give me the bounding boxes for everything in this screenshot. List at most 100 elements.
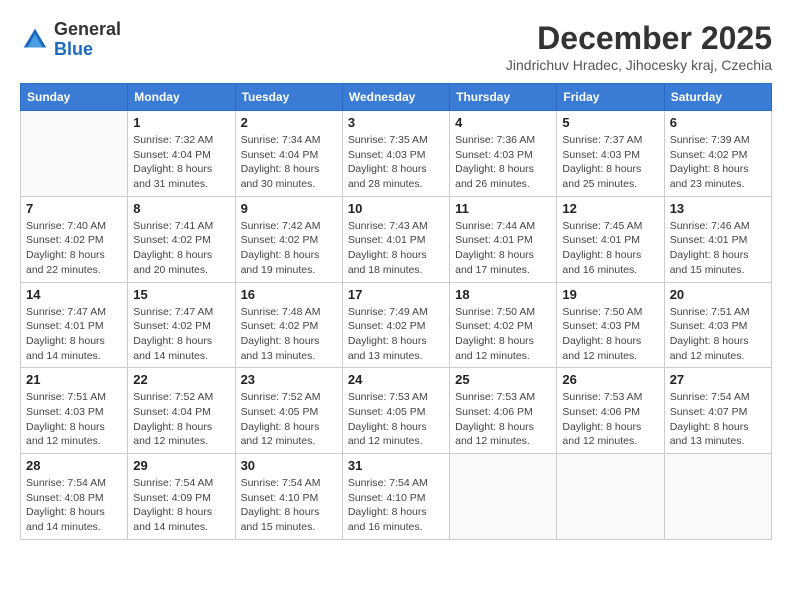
day-number: 15 [133, 287, 229, 302]
weekday-header: Thursday [450, 84, 557, 111]
day-info: Sunrise: 7:41 AM Sunset: 4:02 PM Dayligh… [133, 219, 229, 278]
weekday-header: Wednesday [342, 84, 449, 111]
day-info: Sunrise: 7:47 AM Sunset: 4:02 PM Dayligh… [133, 305, 229, 364]
day-info: Sunrise: 7:45 AM Sunset: 4:01 PM Dayligh… [562, 219, 658, 278]
calendar-cell: 12Sunrise: 7:45 AM Sunset: 4:01 PM Dayli… [557, 196, 664, 282]
calendar-week-row: 21 Sunrise: 7:51 AM Sunset: 4:03 PM Dayli… [21, 368, 772, 454]
page-header: General Blue December 2025 Jindrichuv Hr… [20, 20, 772, 73]
logo-text: General Blue [54, 20, 121, 60]
calendar-cell: 24 Sunrise: 7:53 AM Sunset: 4:05 PM Dayli… [342, 368, 449, 454]
calendar-week-row: 14Sunrise: 7:47 AM Sunset: 4:01 PM Dayli… [21, 282, 772, 368]
calendar-cell: 18 Sunrise: 7:50 AM Sunset: 4:02 PM Dayli… [450, 282, 557, 368]
weekday-header: Monday [128, 84, 235, 111]
day-number: 16 [241, 287, 337, 302]
day-number: 8 [133, 201, 229, 216]
calendar-cell: 22 Sunrise: 7:52 AM Sunset: 4:04 PM Dayli… [128, 368, 235, 454]
day-info: Sunrise: 7:42 AM Sunset: 4:02 PM Dayligh… [241, 219, 337, 278]
day-info: Sunrise: 7:36 AM Sunset: 4:03 PM Dayligh… [455, 133, 551, 192]
calendar-cell: 19 Sunrise: 7:50 AM Sunset: 4:03 PM Dayli… [557, 282, 664, 368]
logo-general: General [54, 20, 121, 40]
day-number: 20 [670, 287, 766, 302]
day-number: 27 [670, 372, 766, 387]
day-info: Sunrise: 7:43 AM Sunset: 4:01 PM Dayligh… [348, 219, 444, 278]
calendar-cell: 10 Sunrise: 7:43 AM Sunset: 4:01 PM Dayli… [342, 196, 449, 282]
calendar-cell: 7 Sunrise: 7:40 AM Sunset: 4:02 PM Daylig… [21, 196, 128, 282]
day-info: Sunrise: 7:53 AM Sunset: 4:06 PM Dayligh… [455, 390, 551, 449]
month-title: December 2025 [506, 20, 772, 57]
weekday-header: Saturday [664, 84, 771, 111]
calendar-cell [21, 111, 128, 197]
day-number: 21 [26, 372, 122, 387]
day-info: Sunrise: 7:51 AM Sunset: 4:03 PM Dayligh… [26, 390, 122, 449]
weekday-header-row: SundayMondayTuesdayWednesdayThursdayFrid… [21, 84, 772, 111]
logo-blue: Blue [54, 40, 121, 60]
calendar-cell: 21 Sunrise: 7:51 AM Sunset: 4:03 PM Dayli… [21, 368, 128, 454]
calendar-cell: 17 Sunrise: 7:49 AM Sunset: 4:02 PM Dayli… [342, 282, 449, 368]
calendar-cell: 29 Sunrise: 7:54 AM Sunset: 4:09 PM Dayli… [128, 454, 235, 540]
calendar-cell: 25 Sunrise: 7:53 AM Sunset: 4:06 PM Dayli… [450, 368, 557, 454]
day-info: Sunrise: 7:50 AM Sunset: 4:03 PM Dayligh… [562, 305, 658, 364]
day-info: Sunrise: 7:52 AM Sunset: 4:05 PM Dayligh… [241, 390, 337, 449]
day-info: Sunrise: 7:40 AM Sunset: 4:02 PM Dayligh… [26, 219, 122, 278]
day-number: 31 [348, 458, 444, 473]
calendar-cell: 8 Sunrise: 7:41 AM Sunset: 4:02 PM Daylig… [128, 196, 235, 282]
calendar-cell: 20 Sunrise: 7:51 AM Sunset: 4:03 PM Dayli… [664, 282, 771, 368]
calendar-cell: 26Sunrise: 7:53 AM Sunset: 4:06 PM Dayli… [557, 368, 664, 454]
calendar-cell: 27 Sunrise: 7:54 AM Sunset: 4:07 PM Dayli… [664, 368, 771, 454]
day-number: 18 [455, 287, 551, 302]
day-info: Sunrise: 7:48 AM Sunset: 4:02 PM Dayligh… [241, 305, 337, 364]
day-number: 2 [241, 115, 337, 130]
day-info: Sunrise: 7:54 AM Sunset: 4:07 PM Dayligh… [670, 390, 766, 449]
calendar-cell: 31 Sunrise: 7:54 AM Sunset: 4:10 PM Dayli… [342, 454, 449, 540]
title-block: December 2025 Jindrichuv Hradec, Jihoces… [506, 20, 772, 73]
calendar-cell: 23Sunrise: 7:52 AM Sunset: 4:05 PM Dayli… [235, 368, 342, 454]
day-number: 26 [562, 372, 658, 387]
calendar-cell: 5Sunrise: 7:37 AM Sunset: 4:03 PM Daylig… [557, 111, 664, 197]
calendar-week-row: 28Sunrise: 7:54 AM Sunset: 4:08 PM Dayli… [21, 454, 772, 540]
calendar-cell: 4 Sunrise: 7:36 AM Sunset: 4:03 PM Daylig… [450, 111, 557, 197]
day-number: 25 [455, 372, 551, 387]
logo-icon [20, 25, 50, 55]
day-info: Sunrise: 7:32 AM Sunset: 4:04 PM Dayligh… [133, 133, 229, 192]
day-info: Sunrise: 7:52 AM Sunset: 4:04 PM Dayligh… [133, 390, 229, 449]
location: Jindrichuv Hradec, Jihocesky kraj, Czech… [506, 57, 772, 73]
day-number: 17 [348, 287, 444, 302]
day-number: 13 [670, 201, 766, 216]
day-number: 29 [133, 458, 229, 473]
day-number: 5 [562, 115, 658, 130]
day-info: Sunrise: 7:53 AM Sunset: 4:05 PM Dayligh… [348, 390, 444, 449]
weekday-header: Friday [557, 84, 664, 111]
day-number: 3 [348, 115, 444, 130]
calendar-cell: 9 Sunrise: 7:42 AM Sunset: 4:02 PM Daylig… [235, 196, 342, 282]
calendar-cell [557, 454, 664, 540]
day-number: 10 [348, 201, 444, 216]
day-info: Sunrise: 7:54 AM Sunset: 4:09 PM Dayligh… [133, 476, 229, 535]
calendar-cell: 1Sunrise: 7:32 AM Sunset: 4:04 PM Daylig… [128, 111, 235, 197]
calendar-cell: 3 Sunrise: 7:35 AM Sunset: 4:03 PM Daylig… [342, 111, 449, 197]
weekday-header: Sunday [21, 84, 128, 111]
day-number: 11 [455, 201, 551, 216]
calendar-cell [450, 454, 557, 540]
day-number: 7 [26, 201, 122, 216]
day-info: Sunrise: 7:54 AM Sunset: 4:10 PM Dayligh… [348, 476, 444, 535]
day-info: Sunrise: 7:46 AM Sunset: 4:01 PM Dayligh… [670, 219, 766, 278]
day-info: Sunrise: 7:54 AM Sunset: 4:08 PM Dayligh… [26, 476, 122, 535]
day-number: 14 [26, 287, 122, 302]
calendar-cell: 15 Sunrise: 7:47 AM Sunset: 4:02 PM Dayli… [128, 282, 235, 368]
day-info: Sunrise: 7:51 AM Sunset: 4:03 PM Dayligh… [670, 305, 766, 364]
day-number: 22 [133, 372, 229, 387]
day-info: Sunrise: 7:35 AM Sunset: 4:03 PM Dayligh… [348, 133, 444, 192]
calendar-cell: 2 Sunrise: 7:34 AM Sunset: 4:04 PM Daylig… [235, 111, 342, 197]
day-info: Sunrise: 7:49 AM Sunset: 4:02 PM Dayligh… [348, 305, 444, 364]
day-number: 4 [455, 115, 551, 130]
calendar-table: SundayMondayTuesdayWednesdayThursdayFrid… [20, 83, 772, 540]
day-number: 19 [562, 287, 658, 302]
day-info: Sunrise: 7:34 AM Sunset: 4:04 PM Dayligh… [241, 133, 337, 192]
calendar-cell: 6Sunrise: 7:39 AM Sunset: 4:02 PM Daylig… [664, 111, 771, 197]
day-number: 9 [241, 201, 337, 216]
day-number: 24 [348, 372, 444, 387]
day-number: 30 [241, 458, 337, 473]
day-info: Sunrise: 7:50 AM Sunset: 4:02 PM Dayligh… [455, 305, 551, 364]
calendar-week-row: 1Sunrise: 7:32 AM Sunset: 4:04 PM Daylig… [21, 111, 772, 197]
calendar-cell: 16 Sunrise: 7:48 AM Sunset: 4:02 PM Dayli… [235, 282, 342, 368]
